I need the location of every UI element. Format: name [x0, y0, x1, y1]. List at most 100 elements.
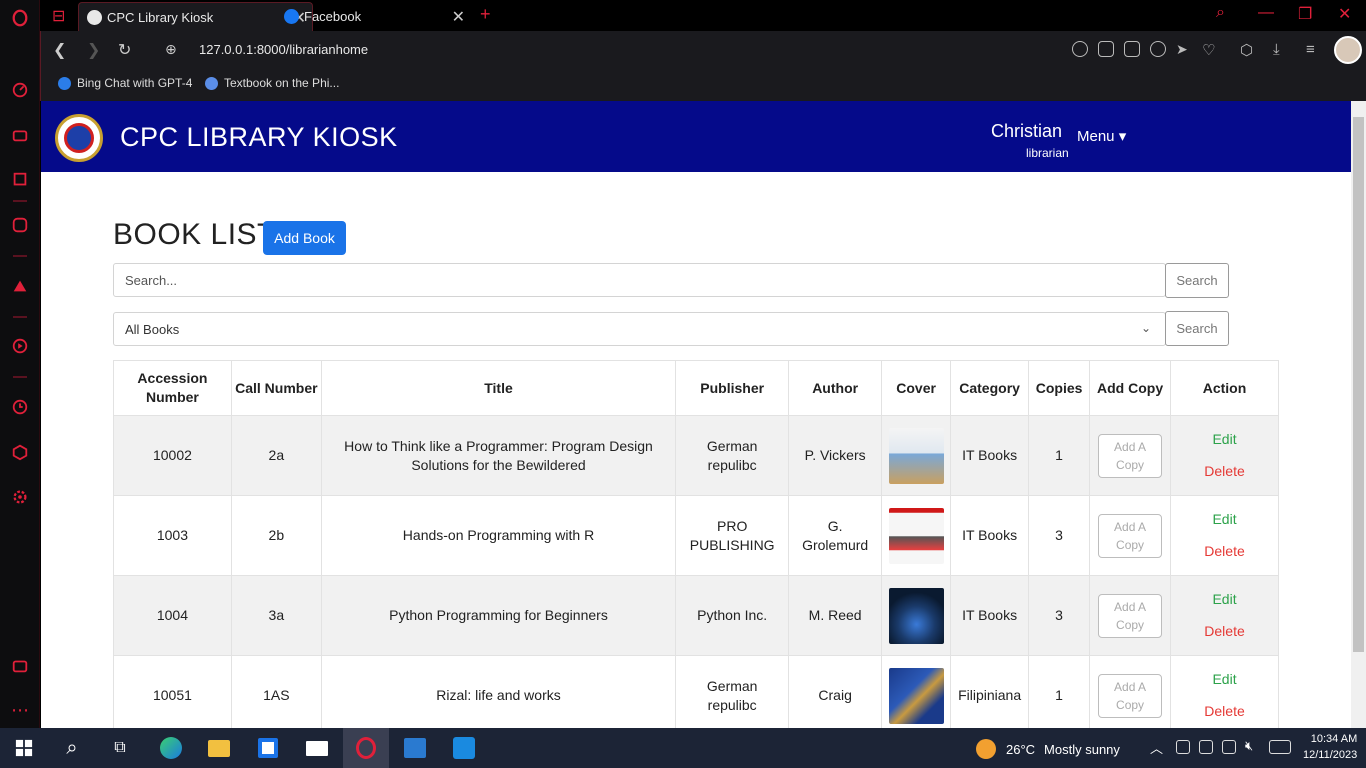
- book-cover-image: [888, 507, 944, 564]
- user-role: librarian: [1026, 146, 1069, 160]
- search-tabs-icon[interactable]: ⌕: [1216, 4, 1225, 22]
- search-page-icon[interactable]: [1072, 41, 1088, 57]
- store-icon[interactable]: [256, 736, 280, 760]
- aria-icon[interactable]: [10, 276, 30, 296]
- more-icon[interactable]: ⋯: [10, 700, 30, 720]
- column-header: Publisher: [675, 360, 790, 416]
- camera-icon[interactable]: [1124, 41, 1140, 57]
- speed-dial-icon[interactable]: [10, 80, 30, 100]
- app-brand[interactable]: CPC LIBRARY KIOSK: [120, 122, 398, 153]
- tab-facebook[interactable]: Facebook ✕: [276, 2, 471, 31]
- add-copy-button[interactable]: Add A Copy: [1098, 593, 1163, 638]
- table-row: 1003 2b Hands-on Programming with R PRO …: [113, 495, 1279, 576]
- system-clock[interactable]: 10:34 AM 12/11/2023: [1303, 731, 1357, 763]
- forward-icon[interactable]: ❯: [87, 40, 100, 60]
- settings-gear-icon[interactable]: [10, 487, 30, 507]
- edit-link[interactable]: Edit: [1177, 430, 1272, 449]
- bookmark-bing-chat[interactable]: Bing Chat with GPT-4: [58, 76, 192, 90]
- column-header: Add Copy: [1089, 360, 1172, 416]
- vscode-icon[interactable]: [452, 736, 476, 760]
- twitch-icon[interactable]: [10, 170, 30, 190]
- opera-taskbar-icon[interactable]: [343, 728, 389, 768]
- cover-cell: [881, 655, 952, 728]
- minimize-icon[interactable]: —: [1258, 4, 1274, 22]
- school-seal-logo[interactable]: [55, 114, 103, 162]
- easy-setup-icon[interactable]: ≡: [1306, 41, 1322, 58]
- url-field[interactable]: 127.0.0.1:8000/librarianhome: [199, 42, 368, 57]
- tray-chevron-up-icon[interactable]: ︿: [1150, 738, 1164, 756]
- volume-muted-icon[interactable]: 🔇︎: [1245, 738, 1259, 753]
- heart-icon[interactable]: ♡: [1202, 41, 1218, 59]
- block-icon[interactable]: [1150, 41, 1166, 57]
- column-header: Call Number: [230, 360, 322, 416]
- delete-link[interactable]: Delete: [1177, 542, 1272, 561]
- workspace-icon[interactable]: [10, 125, 30, 145]
- search-input[interactable]: Search...: [113, 263, 1166, 297]
- bookmark-textbook[interactable]: Textbook on the Phi...: [205, 76, 339, 90]
- scrollbar-thumb[interactable]: [1353, 117, 1364, 652]
- edit-link[interactable]: Edit: [1177, 670, 1272, 689]
- send-icon[interactable]: ➤: [1176, 41, 1192, 57]
- add-copy-button[interactable]: Add A Copy: [1098, 673, 1163, 718]
- edge-icon[interactable]: [159, 736, 183, 760]
- search-icon[interactable]: ⌕: [60, 736, 84, 760]
- delete-link[interactable]: Delete: [1177, 622, 1272, 641]
- action-cell: Edit Delete: [1170, 655, 1279, 728]
- player-icon[interactable]: [10, 336, 30, 356]
- page-scrollbar[interactable]: [1351, 101, 1366, 728]
- tray-display-icon[interactable]: [1222, 740, 1236, 754]
- edit-icon[interactable]: [1098, 41, 1114, 57]
- call-number-cell: 3a: [230, 575, 322, 656]
- reload-icon[interactable]: ↻: [118, 40, 131, 60]
- snapshot-icon[interactable]: [10, 656, 30, 676]
- task-view-icon[interactable]: ⧉: [108, 736, 132, 760]
- weather-widget[interactable]: 26°C Mostly sunny: [976, 739, 1120, 759]
- filter-search-button[interactable]: Search: [1165, 311, 1229, 346]
- mail-icon[interactable]: [305, 736, 329, 760]
- cube-icon[interactable]: ⬡: [1240, 41, 1256, 59]
- back-icon[interactable]: ❮: [53, 40, 66, 60]
- gamepad-icon[interactable]: ⊟: [52, 6, 65, 26]
- tray-network-icon[interactable]: [1199, 740, 1213, 754]
- accession-cell: 1003: [113, 495, 232, 576]
- download-icon[interactable]: ⤓: [1273, 41, 1289, 58]
- add-copy-button[interactable]: Add A Copy: [1098, 433, 1163, 478]
- tab-label: CPC Library Kiosk: [107, 9, 214, 25]
- keyboard-icon[interactable]: [1269, 740, 1291, 754]
- sidebar-divider: [13, 255, 27, 257]
- file-explorer-icon[interactable]: [207, 736, 231, 760]
- app-taskbar-icon[interactable]: [403, 736, 427, 760]
- delete-link[interactable]: Delete: [1177, 462, 1272, 481]
- new-tab-button[interactable]: +: [480, 4, 491, 25]
- category-cell: IT Books: [950, 495, 1030, 576]
- facebook-icon: [284, 9, 299, 24]
- author-cell: G. Grolemurd: [788, 495, 883, 576]
- action-cell: Edit Delete: [1170, 495, 1279, 576]
- copies-cell: 3: [1028, 495, 1091, 576]
- close-window-icon[interactable]: ✕: [1338, 4, 1351, 24]
- edit-link[interactable]: Edit: [1177, 510, 1272, 529]
- extensions-icon[interactable]: [10, 442, 30, 462]
- maximize-icon[interactable]: ❐: [1298, 4, 1312, 24]
- menu-dropdown[interactable]: Menu ▾: [1077, 127, 1126, 145]
- add-copy-cell: Add A Copy: [1089, 415, 1172, 496]
- history-icon[interactable]: [10, 397, 30, 417]
- sidebar-divider: [13, 316, 27, 318]
- book-cover-image: [888, 587, 944, 644]
- close-tab-icon[interactable]: ✕: [452, 7, 465, 27]
- tray-app-icon[interactable]: [1176, 740, 1190, 754]
- table-row: 10051 1AS Rizal: life and works German r…: [113, 655, 1279, 728]
- gamer-icon[interactable]: [10, 215, 30, 235]
- profile-avatar[interactable]: [1334, 36, 1362, 64]
- site-info-icon[interactable]: ⊕: [165, 41, 177, 58]
- delete-link[interactable]: Delete: [1177, 702, 1272, 721]
- opera-logo-icon[interactable]: [10, 8, 30, 28]
- category-filter-select[interactable]: All Books ⌄: [113, 312, 1166, 346]
- add-book-button[interactable]: Add Book: [263, 221, 346, 255]
- edit-link[interactable]: Edit: [1177, 590, 1272, 609]
- windows-start-icon[interactable]: [12, 736, 36, 760]
- search-button[interactable]: Search: [1165, 263, 1229, 298]
- cover-cell: [881, 575, 952, 656]
- sidebar-divider: [13, 376, 27, 378]
- add-copy-button[interactable]: Add A Copy: [1098, 513, 1163, 558]
